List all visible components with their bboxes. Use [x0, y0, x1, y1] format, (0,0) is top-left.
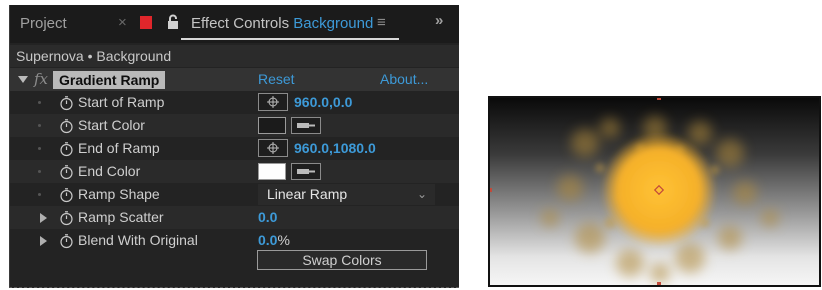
effect-header: fx Gradient Ramp Reset About... [10, 68, 459, 91]
stopwatch-icon[interactable] [59, 187, 74, 203]
lock-icon[interactable] [167, 14, 179, 30]
panel-menu-icon[interactable]: ≡ [377, 14, 386, 31]
ramp-shape-dropdown[interactable]: Linear Ramp ⌄ [258, 184, 435, 205]
start-of-ramp-value[interactable]: 960.0,0.0 [294, 94, 352, 110]
tab-close-icon[interactable]: × [118, 14, 127, 31]
twirl-down-icon[interactable] [18, 76, 28, 83]
ramp-scatter-value[interactable]: 0.0 [258, 209, 277, 225]
property-label: End Color [78, 163, 141, 179]
start-color-swatch[interactable] [258, 117, 286, 134]
supernova-core [601, 132, 717, 248]
blend-unit: % [277, 232, 290, 248]
property-label: Blend With Original [78, 232, 198, 248]
tab-effect-controls-prefix: Effect Controls [191, 15, 290, 32]
stopwatch-icon[interactable] [59, 233, 74, 249]
tab-bar: Project × Effect Controls Background ≡ » [10, 5, 459, 43]
stopwatch-icon[interactable] [59, 95, 74, 111]
tab-project[interactable]: Project [20, 15, 67, 32]
target-icon[interactable] [258, 139, 288, 157]
twirl-right-icon[interactable] [40, 236, 47, 246]
eyedropper-icon[interactable] [291, 163, 321, 180]
property-start-of-ramp: Start of Ramp 960.0,0.0 [10, 91, 459, 114]
overflow-icon[interactable]: » [435, 12, 443, 29]
row-dot [38, 147, 41, 150]
row-dot [38, 124, 41, 127]
fx-icon[interactable]: fx [34, 70, 48, 88]
property-end-of-ramp: End of Ramp 960.0,1080.0 [10, 137, 459, 160]
property-start-color: Start Color [10, 114, 459, 137]
composition-preview[interactable] [488, 96, 821, 287]
reset-link[interactable]: Reset [258, 71, 295, 87]
row-dot [38, 193, 41, 196]
blend-number: 0.0 [258, 232, 278, 248]
target-icon[interactable] [258, 93, 288, 111]
twirl-right-icon[interactable] [40, 213, 47, 223]
property-label: Start Color [78, 117, 145, 133]
effect-name[interactable]: Gradient Ramp [53, 71, 166, 89]
stopwatch-icon[interactable] [59, 118, 74, 134]
end-color-swatch[interactable] [258, 163, 286, 180]
end-of-ramp-value[interactable]: 960.0,1080.0 [294, 140, 376, 156]
supernova-render [490, 98, 779, 285]
active-tab-indicator [181, 38, 399, 40]
property-label: End of Ramp [78, 140, 160, 156]
swap-colors-button[interactable]: Swap Colors [257, 250, 427, 270]
property-label: Start of Ramp [78, 94, 165, 110]
property-label: Ramp Scatter [78, 209, 164, 225]
row-dot [38, 101, 41, 104]
property-label: Ramp Shape [78, 186, 160, 202]
chevron-down-icon: ⌄ [416, 187, 427, 201]
stopwatch-icon[interactable] [59, 141, 74, 157]
ramp-shape-selected: Linear Ramp [267, 186, 348, 202]
tab-effect-controls-layer: Background [293, 15, 374, 32]
eyedropper-icon[interactable] [291, 117, 321, 134]
stopwatch-icon[interactable] [59, 164, 74, 180]
about-link[interactable]: About... [380, 71, 428, 87]
stopwatch-icon[interactable] [59, 210, 74, 226]
property-end-color: End Color [10, 160, 459, 183]
row-dot [38, 170, 41, 173]
effect-controls-panel: Project × Effect Controls Background ≡ »… [9, 5, 459, 288]
property-ramp-scatter: Ramp Scatter 0.0 [10, 206, 459, 229]
blend-value[interactable]: 0.0% [258, 232, 290, 248]
tab-effect-controls[interactable]: Effect Controls Background [191, 15, 373, 32]
layer-title: Supernova • Background [10, 45, 459, 67]
label-color-icon[interactable] [140, 16, 152, 29]
property-blend-with-original: Blend With Original 0.0% [10, 229, 459, 252]
property-ramp-shape: Ramp Shape Linear Ramp ⌄ [10, 183, 459, 206]
